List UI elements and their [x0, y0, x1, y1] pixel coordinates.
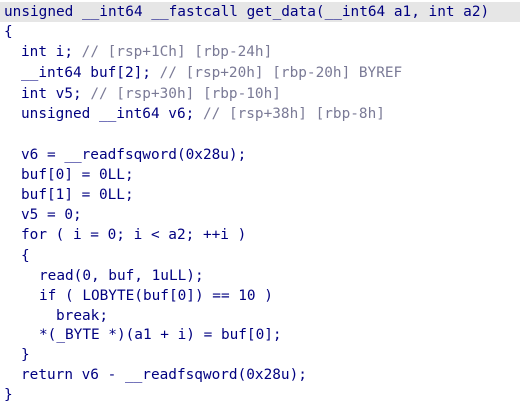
- decl-buf[interactable]: __int64 buf[2]; // [rsp+20h] [rbp-20h] B…: [4, 63, 402, 83]
- if-statement[interactable]: if ( LOBYTE(buf[0]) == 10 ): [4, 286, 273, 306]
- decl-v6[interactable]: unsigned __int64 v6; // [rsp+38h] [rbp-8…: [4, 104, 385, 124]
- close-brace[interactable]: }: [4, 385, 13, 405]
- read-call[interactable]: read(0, buf, 1uLL);: [4, 266, 204, 286]
- function-signature[interactable]: unsigned __int64 __fastcall get_data(__i…: [0, 2, 520, 22]
- decl-v6-comment: // [rsp+38h] [rbp-8h]: [202, 106, 385, 122]
- byte-assign-statement[interactable]: *(_BYTE *)(a1 + i) = buf[0];: [4, 325, 282, 345]
- for-loop-header[interactable]: for ( i = 0; i < a2; ++i ): [4, 225, 246, 245]
- stmt-buf1-assign[interactable]: buf[1] = 0LL;: [4, 185, 134, 205]
- decl-v5-code[interactable]: int v5;: [21, 86, 90, 102]
- open-brace[interactable]: {: [4, 22, 13, 42]
- decl-i[interactable]: int i; // [rsp+1Ch] [rbp-24h]: [4, 42, 272, 62]
- stmt-buf0-assign[interactable]: buf[0] = 0LL;: [4, 165, 134, 185]
- decl-buf-comment: // [rsp+20h] [rbp-20h] BYREF: [159, 65, 403, 81]
- decl-i-code[interactable]: int i;: [21, 44, 82, 60]
- decl-v5-comment: // [rsp+30h] [rbp-10h]: [90, 86, 281, 102]
- decl-i-comment: // [rsp+1Ch] [rbp-24h]: [81, 44, 273, 60]
- for-close-brace[interactable]: }: [4, 345, 30, 365]
- stmt-v5-assign[interactable]: v5 = 0;: [4, 205, 82, 225]
- stmt-v6-assign[interactable]: v6 = __readfsqword(0x28u);: [4, 145, 246, 165]
- decl-v6-code[interactable]: unsigned __int64 v6;: [21, 106, 203, 122]
- for-open-brace[interactable]: {: [4, 246, 30, 266]
- pseudocode-view[interactable]: unsigned __int64 __fastcall get_data(__i…: [0, 0, 520, 412]
- break-statement[interactable]: break;: [4, 306, 108, 326]
- decl-buf-code[interactable]: __int64 buf[2];: [21, 65, 160, 81]
- return-statement[interactable]: return v6 - __readfsqword(0x28u);: [4, 365, 307, 385]
- decl-v5[interactable]: int v5; // [rsp+30h] [rbp-10h]: [4, 84, 281, 104]
